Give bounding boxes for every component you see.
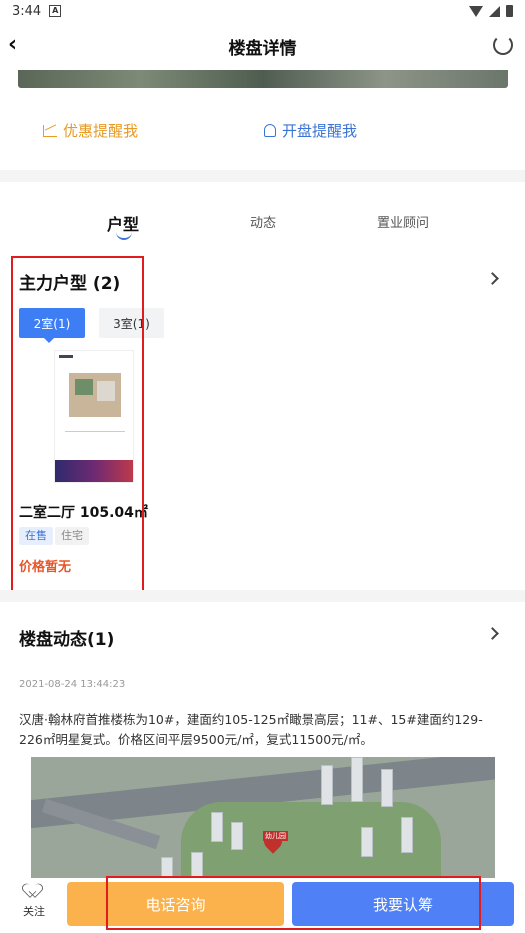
opening-reminder-button[interactable]: 开盘提醒我 bbox=[264, 120, 357, 141]
units-section-title: 主力户型 (2) bbox=[19, 274, 121, 294]
section-tabs: 户型 动态 置业顾问 bbox=[0, 200, 525, 250]
unit-name: 二室二厅 105.04㎡ bbox=[19, 505, 148, 521]
status-bar: 3:44 A bbox=[0, 0, 525, 22]
notification-a-icon: A bbox=[49, 5, 62, 17]
reminder-row: 优惠提醒我 开盘提醒我 bbox=[0, 110, 525, 154]
residential-tag: 住宅 bbox=[55, 527, 89, 545]
discount-reminder-button[interactable]: 优惠提醒我 bbox=[43, 120, 138, 141]
divider bbox=[0, 590, 525, 602]
phone-consult-button[interactable]: 电话咨询 bbox=[67, 882, 284, 926]
refresh-icon[interactable] bbox=[493, 35, 513, 55]
battery-icon bbox=[506, 5, 513, 17]
signal-icon bbox=[489, 5, 500, 17]
back-icon[interactable]: ‹ bbox=[8, 34, 32, 58]
divider bbox=[0, 170, 525, 182]
on-sale-tag: 在售 bbox=[19, 527, 53, 545]
subscribe-button[interactable]: 我要认筹 bbox=[292, 882, 514, 926]
floorplan-image[interactable] bbox=[54, 350, 134, 483]
tab-consultants[interactable]: 置业顾问 bbox=[377, 212, 429, 231]
bottom-action-bar: 关注 电话咨询 我要认筹 bbox=[0, 878, 525, 933]
news-more-chevron-icon[interactable] bbox=[486, 627, 499, 640]
wifi-icon bbox=[469, 5, 483, 17]
opening-reminder-label: 开盘提醒我 bbox=[282, 122, 358, 140]
status-time: 3:44 bbox=[12, 3, 42, 19]
bell-icon bbox=[264, 124, 276, 137]
property-photo bbox=[18, 70, 508, 88]
news-text: 汉唐·翰林府首推楼栋为10#，建面约105-125㎡瞰景高层；11#、15#建面… bbox=[19, 712, 483, 747]
news-aerial-image[interactable]: 幼儿园 bbox=[31, 757, 495, 882]
unit-price: 价格暂无 bbox=[19, 560, 72, 575]
room-tab-3[interactable]: 3室(1) bbox=[99, 308, 164, 338]
app-header: ‹ 楼盘详情 bbox=[0, 22, 525, 70]
tab-news[interactable]: 动态 bbox=[250, 212, 276, 231]
follow-label: 关注 bbox=[23, 905, 45, 918]
discount-reminder-label: 优惠提醒我 bbox=[63, 122, 139, 140]
room-tab-2[interactable]: 2室(1) bbox=[19, 308, 85, 343]
news-section-title: 楼盘动态(1) bbox=[19, 630, 115, 650]
follow-button[interactable]: 关注 bbox=[20, 884, 48, 919]
units-more-chevron-icon[interactable] bbox=[486, 272, 499, 285]
page-title: 楼盘详情 bbox=[228, 38, 297, 59]
kindergarten-label: 幼儿园 bbox=[263, 831, 288, 841]
status-icons bbox=[469, 5, 513, 17]
heart-icon bbox=[26, 884, 42, 899]
trend-chart-icon bbox=[43, 124, 57, 137]
news-timestamp: 2021-08-24 13:44:23 bbox=[19, 679, 126, 690]
